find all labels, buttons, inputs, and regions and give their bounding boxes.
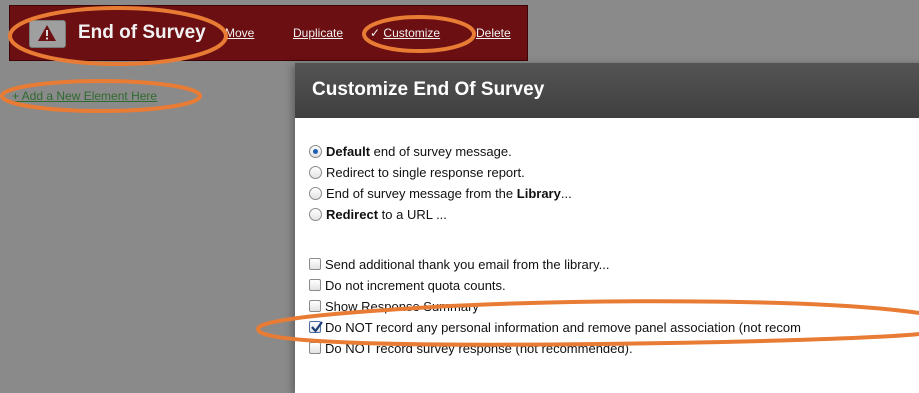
check-icon: ✓ — [370, 26, 381, 40]
add-new-element-link[interactable]: + Add a New Element Here — [12, 89, 157, 103]
checkmark-icon — [311, 321, 323, 333]
checkbox-label: Do not increment quota counts. — [325, 277, 506, 293]
delete-link[interactable]: Delete — [476, 26, 511, 40]
checkbox-label: Do NOT record survey response (not recom… — [325, 340, 633, 356]
dialog-header: Customize End Of Survey — [295, 63, 919, 118]
warning-icon — [38, 25, 56, 41]
checkbox[interactable] — [309, 321, 323, 333]
checkbox-quota-counts[interactable]: Do not increment quota counts. — [309, 276, 506, 294]
radio-redirect-url[interactable]: Redirect to a URL ... — [309, 205, 447, 223]
header-title: End of Survey — [78, 22, 206, 43]
checkbox-label: Show Response Summary — [325, 298, 479, 314]
radio-single-response-report[interactable]: Redirect to single response report. — [309, 163, 525, 181]
checkbox-thank-you-email[interactable]: Send additional thank you email from the… — [309, 255, 609, 273]
checkbox[interactable] — [309, 342, 321, 354]
warning-badge — [29, 20, 66, 48]
checkbox-label: Do NOT record any personal information a… — [325, 319, 801, 335]
checkbox-response-summary[interactable]: Show Response Summary — [309, 297, 479, 315]
move-link[interactable]: Move — [225, 26, 254, 40]
checkbox[interactable] — [309, 300, 321, 312]
customize-dialog: Customize End Of Survey Default end of s… — [295, 63, 919, 393]
radio-button[interactable] — [309, 207, 322, 221]
checkbox-label: Send additional thank you email from the… — [325, 256, 610, 272]
dialog-title: Customize End Of Survey — [312, 79, 545, 100]
customize-label: Customize — [383, 26, 441, 40]
radio-button[interactable] — [309, 144, 322, 158]
checkbox-no-survey-response[interactable]: Do NOT record survey response (not recom… — [309, 339, 633, 357]
radio-label: Redirect to single response report. — [326, 164, 525, 180]
customize-link[interactable]: ✓ Customize — [370, 26, 440, 40]
radio-button[interactable] — [309, 165, 322, 179]
checkbox-no-personal-info[interactable]: Do NOT record any personal information a… — [309, 318, 801, 336]
radio-label: Default end of survey message. — [326, 143, 512, 159]
radio-button[interactable] — [309, 186, 322, 200]
checkbox[interactable] — [309, 258, 321, 270]
radio-default-message[interactable]: Default end of survey message. — [309, 142, 512, 160]
radio-library-message[interactable]: End of survey message from the Library..… — [309, 184, 572, 202]
checkbox[interactable] — [309, 279, 321, 291]
radio-label: End of survey message from the Library..… — [326, 185, 572, 201]
duplicate-link[interactable]: Duplicate — [293, 26, 343, 40]
radio-label: Redirect to a URL ... — [326, 206, 447, 222]
